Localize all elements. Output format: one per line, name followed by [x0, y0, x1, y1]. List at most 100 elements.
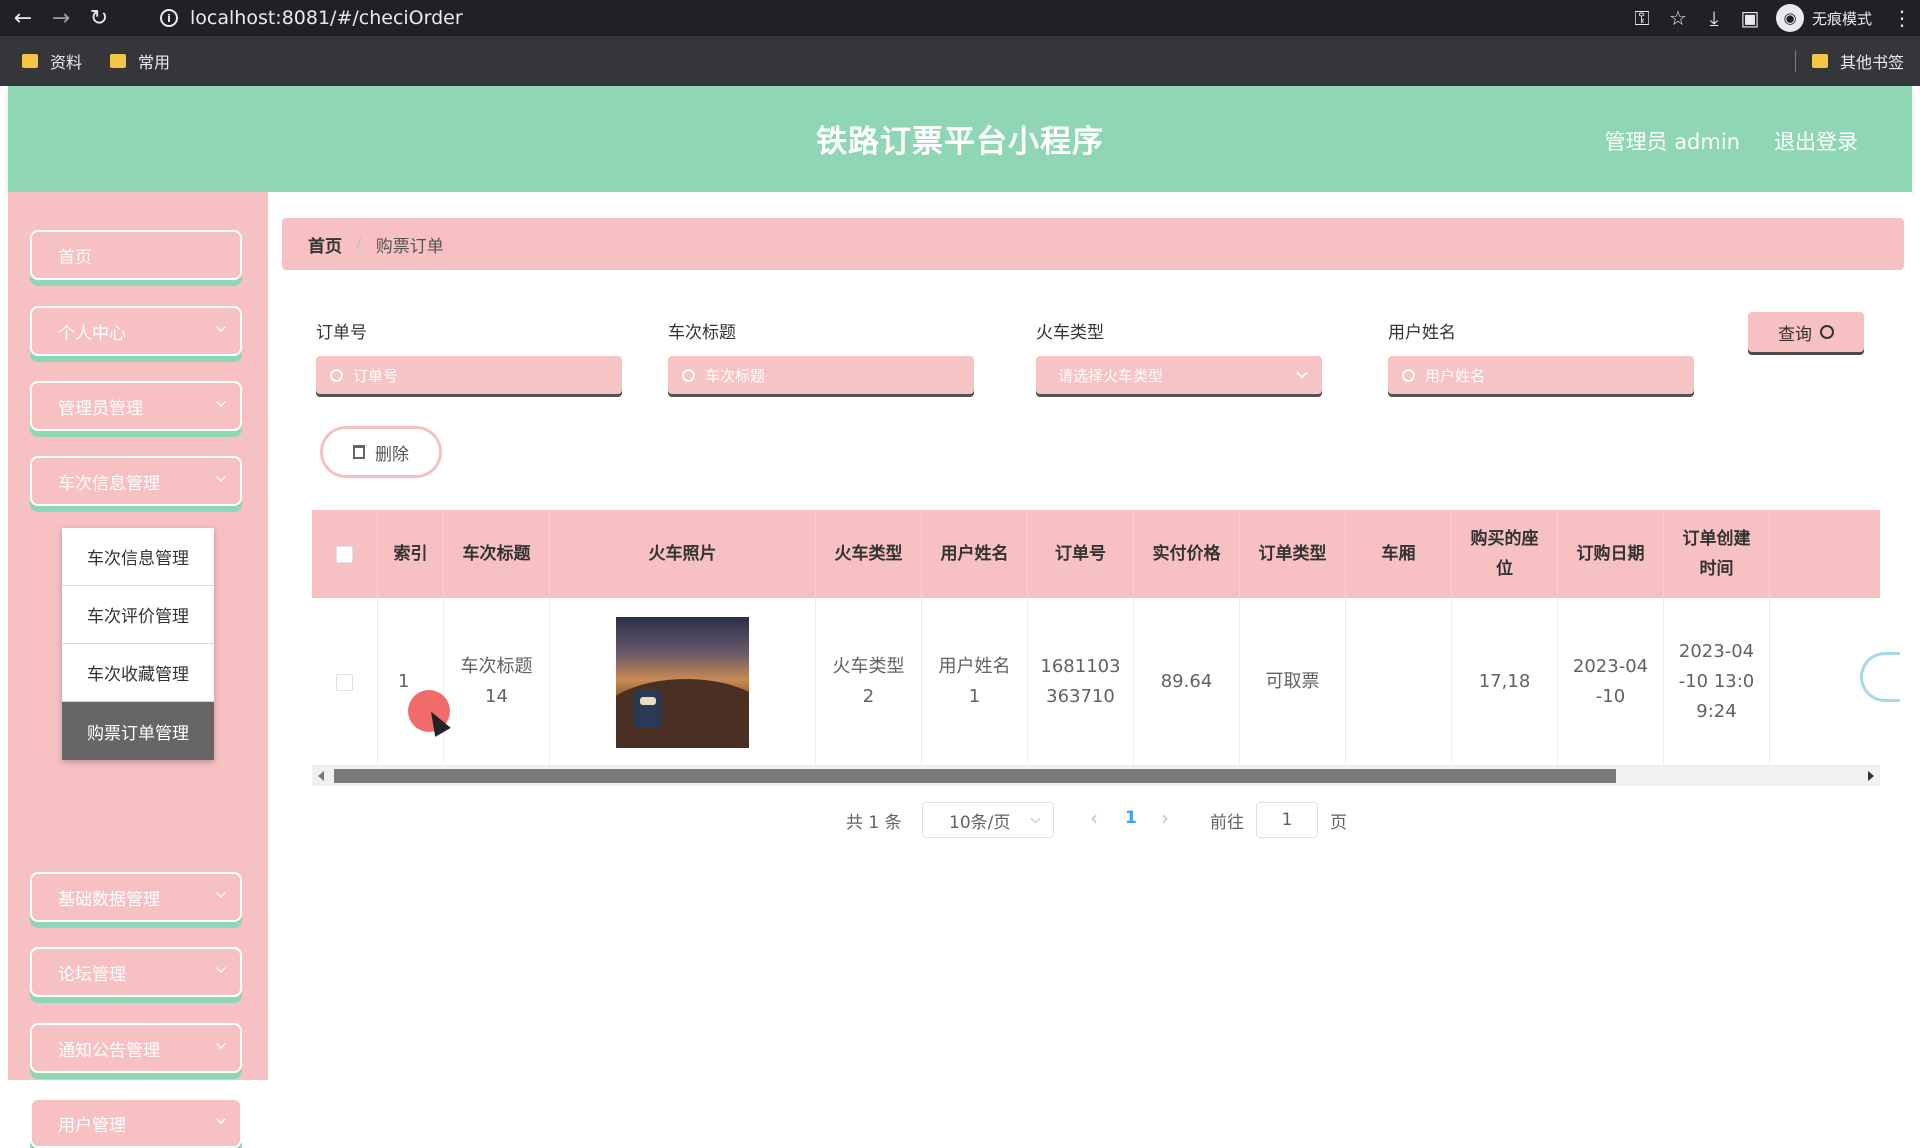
chevron-down-icon — [216, 322, 226, 332]
column-header-seats[interactable]: 购买的座位 — [1452, 510, 1558, 598]
search-icon — [1402, 368, 1415, 382]
user-name-input[interactable]: 用户姓名 — [1388, 356, 1694, 394]
cell-order-type: 可取票 — [1240, 598, 1346, 766]
submenu-item-train-favorite[interactable]: 车次收藏管理 — [62, 644, 214, 702]
sidebar-item-basic-data-management[interactable]: 基础数据管理 — [30, 872, 242, 922]
folder-icon — [22, 54, 38, 68]
query-button-label: 查询 — [1778, 324, 1812, 345]
train-type-select[interactable]: 请选择火车类型 — [1036, 356, 1322, 394]
sidebar-item-label: 管理员管理 — [58, 398, 143, 419]
submenu-item-train-info[interactable]: 车次信息管理 — [62, 528, 214, 586]
breadcrumb-current: 购票订单 — [375, 236, 444, 257]
address-bar[interactable]: i localhost:8081/#/checiOrder — [146, 3, 1576, 33]
train-type-label: 火车类型 — [1036, 323, 1104, 343]
chevron-down-icon — [216, 963, 226, 973]
bookmark-label: 常用 — [138, 53, 171, 72]
chevron-down-icon — [1296, 367, 1308, 379]
column-header-order-type[interactable]: 订单类型 — [1240, 510, 1346, 598]
logout-link[interactable]: 退出登录 — [1774, 126, 1858, 156]
chevron-down-icon — [216, 1039, 226, 1049]
bookmark-folder-1[interactable]: 资料 — [22, 49, 82, 73]
folder-icon — [110, 54, 127, 68]
star-icon[interactable]: ☆ — [1660, 0, 1696, 36]
sidebar-item-notice-management[interactable]: 通知公告管理 — [30, 1023, 242, 1073]
prev-page-icon[interactable]: ‹ — [1090, 806, 1098, 830]
order-no-input[interactable]: 订单号 — [316, 356, 622, 394]
column-header-created-time[interactable]: 订单创建时间 — [1664, 510, 1770, 598]
page-size-select[interactable]: 10条/页 — [922, 802, 1054, 838]
app-header: 铁路订票平台小程序 管理员 admin 退出登录 — [8, 86, 1912, 192]
column-header-order-date[interactable]: 订购日期 — [1558, 510, 1664, 598]
cell-seats: 17,18 — [1452, 598, 1558, 766]
table-row[interactable]: 1 车次标题14 火车类型2 用户姓名1 1681103363710 89.64… — [312, 598, 1900, 766]
other-bookmarks[interactable]: 其他书签 — [1794, 36, 1904, 86]
scrollbar-thumb[interactable] — [334, 769, 1616, 783]
sidebar-item-admin-management[interactable]: 管理员管理 — [30, 381, 242, 431]
column-header-train-title[interactable]: 车次标题 — [444, 510, 550, 598]
breadcrumb: 首页 / 购票订单 — [282, 218, 1904, 270]
chevron-down-icon — [216, 472, 226, 482]
key-icon[interactable]: ⚿ — [1624, 0, 1660, 36]
sidebar-item-train-info-management[interactable]: 车次信息管理 — [30, 456, 242, 506]
scroll-right-icon[interactable] — [1868, 771, 1874, 781]
header-select-all[interactable] — [312, 510, 378, 598]
more-menu-icon[interactable]: ⋮ — [1884, 0, 1920, 36]
reload-icon[interactable]: ↻ — [84, 3, 114, 33]
back-icon[interactable]: ← — [8, 3, 38, 33]
cell-order-no: 1681103363710 — [1028, 598, 1134, 766]
order-no-placeholder: 订单号 — [353, 366, 399, 385]
sidebar-item-home[interactable]: 首页 — [30, 230, 242, 280]
submenu-item-train-review[interactable]: 车次评价管理 — [62, 586, 214, 644]
incognito-indicator[interactable]: ◉ 无痕模式 — [1775, 4, 1872, 32]
sidebar-item-label: 首页 — [58, 247, 92, 268]
sidebar-item-forum-management[interactable]: 论坛管理 — [30, 947, 242, 997]
train-photo[interactable] — [616, 616, 749, 748]
sidebar-item-personal-center[interactable]: 个人中心 — [30, 306, 242, 356]
breadcrumb-home[interactable]: 首页 — [308, 232, 342, 257]
train-title-input[interactable]: 车次标题 — [668, 356, 974, 394]
column-header-carriage[interactable]: 车厢 — [1346, 510, 1452, 598]
row-action-button[interactable] — [1860, 652, 1900, 702]
select-all-checkbox[interactable] — [336, 545, 353, 563]
column-header-index[interactable]: 索引 — [378, 510, 444, 598]
search-icon — [330, 368, 343, 382]
train-type-placeholder: 请选择火车类型 — [1058, 366, 1164, 385]
delete-button[interactable]: 删除 — [320, 426, 442, 478]
column-header-order-no[interactable]: 订单号 — [1028, 510, 1134, 598]
row-select-cell[interactable] — [312, 598, 378, 766]
app-root: 铁路订票平台小程序 管理员 admin 退出登录 首页 个人中心 管理员管理 车… — [8, 86, 1912, 1148]
scroll-left-icon[interactable] — [318, 771, 324, 781]
cell-carriage — [1346, 598, 1452, 766]
column-header-price[interactable]: 实付价格 — [1134, 510, 1240, 598]
column-header-train-photo[interactable]: 火车照片 — [550, 510, 816, 598]
page-number-current[interactable]: 1 — [1125, 808, 1137, 828]
query-button[interactable]: 查询 — [1748, 312, 1864, 352]
sidebar-item-label: 车次信息管理 — [58, 473, 160, 494]
cell-user-name: 用户姓名1 — [922, 598, 1028, 766]
site-info-icon[interactable]: i — [160, 9, 178, 27]
url-text[interactable]: localhost:8081/#/checiOrder — [190, 7, 463, 29]
download-icon[interactable]: ⤓ — [1696, 0, 1732, 36]
pagination: 共 1 条 10条/页 ‹ 1 › 前往 1 页 — [268, 802, 1912, 838]
submenu-item-ticket-orders[interactable]: 购票订单管理 — [62, 702, 214, 760]
search-icon — [1820, 325, 1834, 339]
column-header-train-type[interactable]: 火车类型 — [816, 510, 922, 598]
column-header-user-name[interactable]: 用户姓名 — [922, 510, 1028, 598]
incognito-label: 无痕模式 — [1811, 9, 1872, 28]
sidebar-item-user-management[interactable]: 用户管理 — [30, 1098, 242, 1148]
photo-train — [634, 688, 662, 727]
chevron-down-icon — [216, 888, 226, 898]
bookmark-folder-2[interactable]: 常用 — [110, 49, 170, 73]
cell-train-type: 火车类型2 — [816, 598, 922, 766]
page-size-value: 10条/页 — [949, 812, 1011, 833]
side-panel-icon[interactable]: ▣ — [1732, 0, 1768, 36]
pagination-total: 共 1 条 — [846, 813, 902, 833]
table-horizontal-scrollbar[interactable] — [312, 766, 1880, 786]
next-page-icon[interactable]: › — [1161, 806, 1169, 830]
forward-icon[interactable]: → — [46, 3, 76, 33]
cell-train-title: 车次标题14 — [444, 598, 550, 766]
goto-page-input[interactable]: 1 — [1256, 802, 1318, 838]
trash-icon — [353, 445, 365, 459]
row-checkbox[interactable] — [336, 673, 353, 691]
chevron-down-icon — [216, 397, 226, 407]
